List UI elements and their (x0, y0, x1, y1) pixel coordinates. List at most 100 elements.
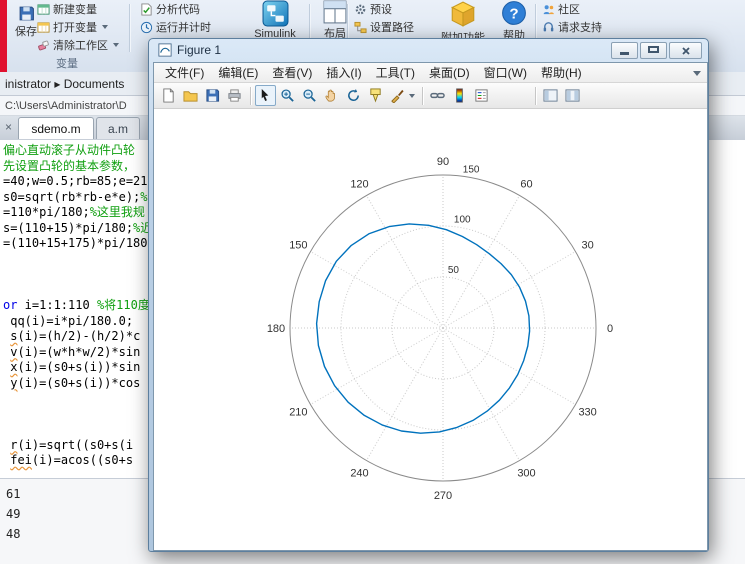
tab-label: a.m (108, 122, 128, 136)
radius-tick-label: 50 (448, 265, 460, 276)
radius-tick-label: 100 (454, 215, 471, 226)
save-figure-icon (205, 88, 220, 103)
menu-item[interactable]: 插入(I) (319, 64, 368, 81)
angle-tick-label: 0 (607, 323, 613, 335)
desktop-screenshot: 保存 新建变量 打开变量 清除工作区 分析代 (0, 0, 745, 564)
print-figure-button[interactable] (224, 85, 245, 106)
brush-data-button[interactable] (387, 85, 408, 106)
help-button[interactable]: ? 帮助 (494, 0, 534, 43)
brush-dropdown-icon[interactable] (409, 94, 415, 98)
edit-cursor-icon (258, 88, 273, 103)
breadcrumb[interactable]: inistrator ▸ Documents (5, 77, 124, 91)
request-support-label: 请求支持 (558, 19, 602, 35)
new-figure-button[interactable] (158, 85, 179, 106)
new-variable-label: 新建变量 (53, 1, 97, 17)
editor-close-icon[interactable]: × (5, 120, 12, 134)
analyze-code-button[interactable]: 分析代码 (140, 1, 200, 17)
angle-tick-label: 150 (289, 240, 307, 252)
insert-legend-button[interactable] (471, 85, 492, 106)
save-icon (18, 5, 35, 22)
window-controls (611, 42, 702, 59)
polar-plot: 030609012015018021024027030033050100150 (154, 109, 707, 550)
close-icon (681, 46, 691, 56)
layout-icon (323, 0, 347, 24)
zoom-in-button[interactable] (277, 85, 298, 106)
menu-item[interactable]: 工具(T) (369, 64, 422, 81)
angle-tick-label: 270 (434, 490, 452, 502)
pan-button[interactable] (321, 85, 342, 106)
data-cursor-icon (368, 88, 383, 103)
tab-sdemo[interactable]: sdemo.m (18, 117, 94, 139)
community-label: 社区 (558, 1, 580, 17)
rotate-3d-button[interactable] (343, 85, 364, 106)
ribbon-divider (129, 4, 130, 52)
edit-plot-button[interactable] (255, 85, 276, 106)
show-plot-tools-button[interactable] (562, 85, 583, 106)
community-button[interactable]: 社区 (542, 1, 580, 17)
menu-item[interactable]: 帮助(H) (534, 64, 589, 81)
community-icon (542, 3, 555, 16)
menu-item[interactable]: 编辑(E) (211, 64, 265, 81)
run-and-time-icon (140, 21, 153, 34)
figure-titlebar[interactable]: Figure 1 (149, 39, 708, 62)
figure-icon (158, 43, 172, 62)
save-label: 保存 (15, 23, 37, 39)
angle-tick-label: 180 (267, 323, 285, 335)
svg-text:?: ? (509, 5, 518, 22)
help-icon: ? (501, 0, 527, 26)
save-figure-button[interactable] (202, 85, 223, 106)
link-plot-icon (430, 88, 445, 103)
preferences-gear-icon (354, 3, 367, 16)
figure-menubar: 文件(F)编辑(E)查看(V)插入(I)工具(T)桌面(D)窗口(W)帮助(H) (154, 63, 707, 83)
angle-tick-label: 90 (437, 156, 449, 168)
clear-workspace-label: 清除工作区 (53, 37, 108, 53)
show-plot-tools-icon (565, 88, 580, 103)
close-button[interactable] (669, 42, 702, 59)
tab-a[interactable]: a.m (96, 117, 140, 139)
request-support-icon (542, 21, 555, 34)
maximize-button[interactable] (640, 42, 667, 59)
toolbar-separator (535, 87, 536, 105)
preferences-label: 预设 (370, 1, 392, 17)
link-plot-button[interactable] (427, 85, 448, 106)
preferences-button[interactable]: 预设 (354, 1, 392, 17)
layout-button[interactable]: 布局 (315, 0, 355, 41)
open-variable-icon (37, 21, 50, 34)
toolbar-separator (422, 87, 423, 105)
set-path-icon (354, 21, 367, 34)
set-path-button[interactable]: 设置路径 (354, 19, 414, 35)
clear-workspace-dropdown-icon (113, 43, 119, 47)
menu-overflow-chevron[interactable] (693, 71, 701, 76)
maximize-icon (648, 46, 659, 53)
request-support-button[interactable]: 请求支持 (542, 19, 602, 35)
angle-tick-label: 240 (350, 468, 368, 480)
data-cursor-button[interactable] (365, 85, 386, 106)
new-variable-icon (37, 3, 50, 16)
angle-tick-label: 210 (289, 407, 307, 419)
file-path: C:\Users\Administrator\D (5, 100, 127, 112)
zoom-out-button[interactable] (299, 85, 320, 106)
figure-title: Figure 1 (177, 43, 221, 57)
menu-item[interactable]: 窗口(W) (477, 64, 534, 81)
simulink-icon (262, 0, 289, 27)
open-variable-button[interactable]: 打开变量 (37, 19, 108, 35)
new-variable-button[interactable]: 新建变量 (37, 1, 97, 17)
simulink-button[interactable]: Simulink (245, 0, 305, 40)
clear-workspace-button[interactable]: 清除工作区 (37, 37, 119, 53)
menu-item[interactable]: 文件(F) (158, 64, 211, 81)
section-caption-variable: 变量 (25, 55, 109, 71)
addons-cube-icon (449, 0, 477, 28)
run-and-time-button[interactable]: 运行并计时 (140, 19, 211, 35)
hide-plot-tools-icon (543, 88, 558, 103)
clear-workspace-icon (37, 39, 50, 52)
colorbar-icon (452, 88, 467, 103)
tab-label: sdemo.m (31, 122, 80, 136)
hide-plot-tools-button[interactable] (540, 85, 561, 106)
angle-tick-label: 330 (578, 407, 596, 419)
menu-item[interactable]: 查看(V) (265, 64, 319, 81)
insert-colorbar-button[interactable] (449, 85, 470, 106)
minimize-button[interactable] (611, 42, 638, 59)
angle-tick-label: 60 (520, 178, 532, 190)
open-file-button[interactable] (180, 85, 201, 106)
menu-item[interactable]: 桌面(D) (422, 64, 477, 81)
